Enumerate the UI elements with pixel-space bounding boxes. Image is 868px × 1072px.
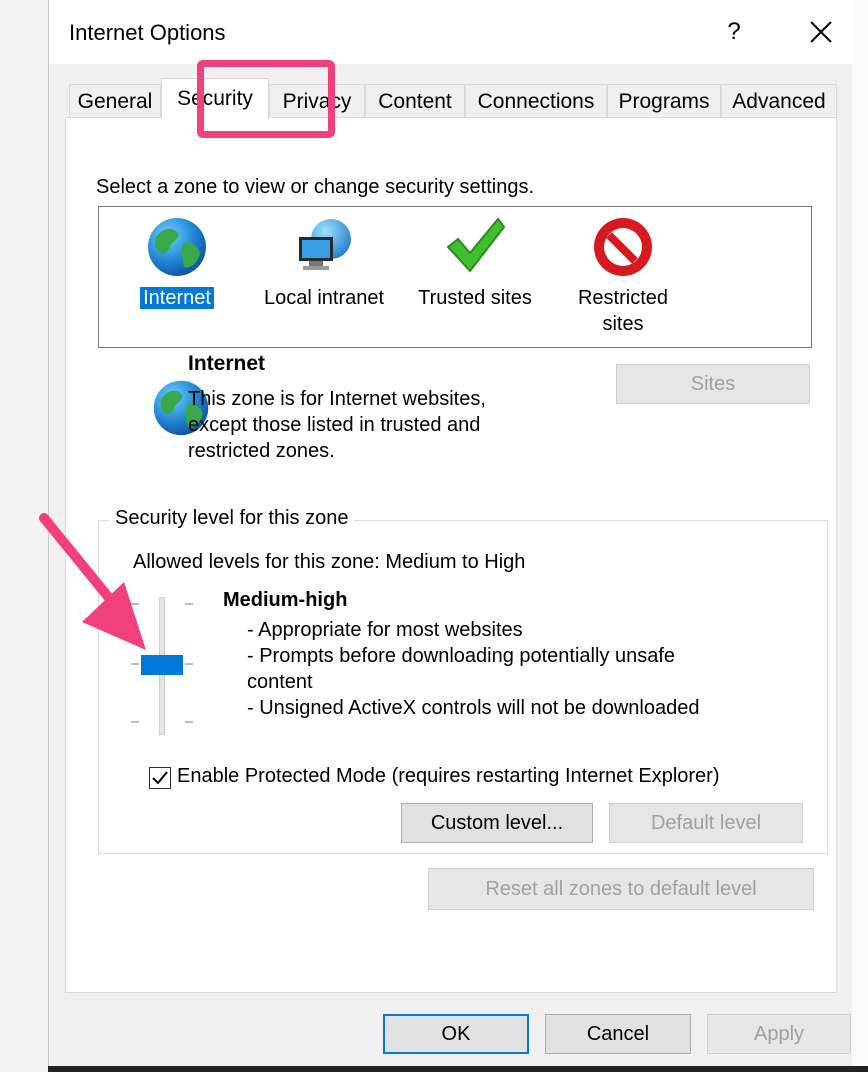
level-name: Medium-high — [223, 589, 348, 611]
question-mark-icon: ? — [727, 18, 741, 45]
close-button[interactable] — [799, 10, 843, 54]
protected-mode-checkbox[interactable] — [149, 767, 171, 789]
tab-general[interactable]: General — [69, 84, 161, 118]
select-zone-label: Select a zone to view or change security… — [96, 176, 535, 198]
level-bullet-2-cont: content — [247, 671, 313, 693]
checkmark-icon — [446, 217, 506, 273]
zone-list: Internet Local intranet Trusted sites Re… — [98, 206, 812, 348]
zone-internet[interactable]: Internet — [97, 213, 257, 341]
zone-info-title: Internet — [188, 352, 266, 375]
zone-internet-label: Internet — [140, 287, 214, 309]
window-title: Internet Options — [69, 20, 226, 45]
cancel-button[interactable]: Cancel — [545, 1014, 691, 1054]
zone-restricted-sites-label-line1: Restricted — [577, 287, 669, 309]
slider-tick — [185, 603, 193, 605]
tab-programs[interactable]: Programs — [607, 84, 721, 118]
globe-icon — [148, 218, 206, 276]
tab-connections[interactable]: Connections — [465, 84, 607, 118]
security-slider-thumb[interactable] — [141, 655, 183, 675]
tab-content[interactable]: Content — [365, 84, 465, 118]
restricted-icon — [594, 218, 652, 276]
zone-trusted-sites-label: Trusted sites — [418, 287, 532, 309]
security-level-group: Security level for this zone Allowed lev… — [98, 507, 828, 854]
level-bullet-3: - Unsigned ActiveX controls will not be … — [247, 697, 700, 719]
close-icon — [810, 21, 832, 43]
desktop-background-right — [852, 0, 868, 1072]
title-bar: Internet Options ? — [49, 0, 853, 64]
tab-strip: General Security Privacy Content Connect… — [69, 78, 839, 120]
level-bullet-1: - Appropriate for most websites — [247, 619, 523, 641]
default-level-button[interactable]: Default level — [609, 803, 803, 843]
zone-restricted-sites-label-line2: sites — [602, 313, 644, 335]
zone-local-intranet[interactable]: Local intranet — [244, 213, 404, 341]
zone-info-desc-line2: except those listed in trusted and — [188, 414, 481, 436]
reset-all-zones-button[interactable]: Reset all zones to default level — [428, 868, 814, 910]
sites-button[interactable]: Sites — [616, 364, 810, 404]
security-tab-panel: Select a zone to view or change security… — [65, 117, 837, 993]
tab-security[interactable]: Security — [161, 78, 269, 120]
slider-tick — [131, 663, 139, 665]
slider-tick — [185, 721, 193, 723]
internet-options-dialog: Internet Options ? General Security Priv… — [48, 0, 853, 1066]
intranet-icon — [299, 219, 351, 270]
ok-button[interactable]: OK — [383, 1014, 529, 1054]
zone-info-desc-line3: restricted zones. — [188, 440, 335, 462]
slider-tick — [185, 663, 193, 665]
level-bullet-2: - Prompts before downloading potentially… — [247, 645, 676, 667]
zone-trusted-sites[interactable]: Trusted sites — [395, 213, 555, 341]
help-button[interactable]: ? — [714, 10, 754, 54]
zone-restricted-sites[interactable]: Restricted sites — [543, 213, 703, 341]
tab-privacy[interactable]: Privacy — [269, 84, 365, 118]
group-title: Security level for this zone — [109, 507, 355, 530]
protected-mode-label: Enable Protected Mode (requires restarti… — [177, 765, 720, 787]
tab-advanced[interactable]: Advanced — [721, 84, 837, 118]
apply-button[interactable]: Apply — [707, 1014, 851, 1054]
desktop-background-bottom — [48, 1066, 868, 1072]
custom-level-button[interactable]: Custom level... — [401, 803, 593, 843]
checkmark-icon — [152, 771, 168, 785]
slider-tick — [131, 721, 139, 723]
allowed-levels-label: Allowed levels for this zone: Medium to … — [133, 551, 526, 573]
zone-info-desc-line1: This zone is for Internet websites, — [188, 388, 486, 410]
slider-tick — [131, 603, 139, 605]
desktop-background-left — [0, 0, 48, 1072]
zone-local-intranet-label: Local intranet — [263, 287, 385, 309]
